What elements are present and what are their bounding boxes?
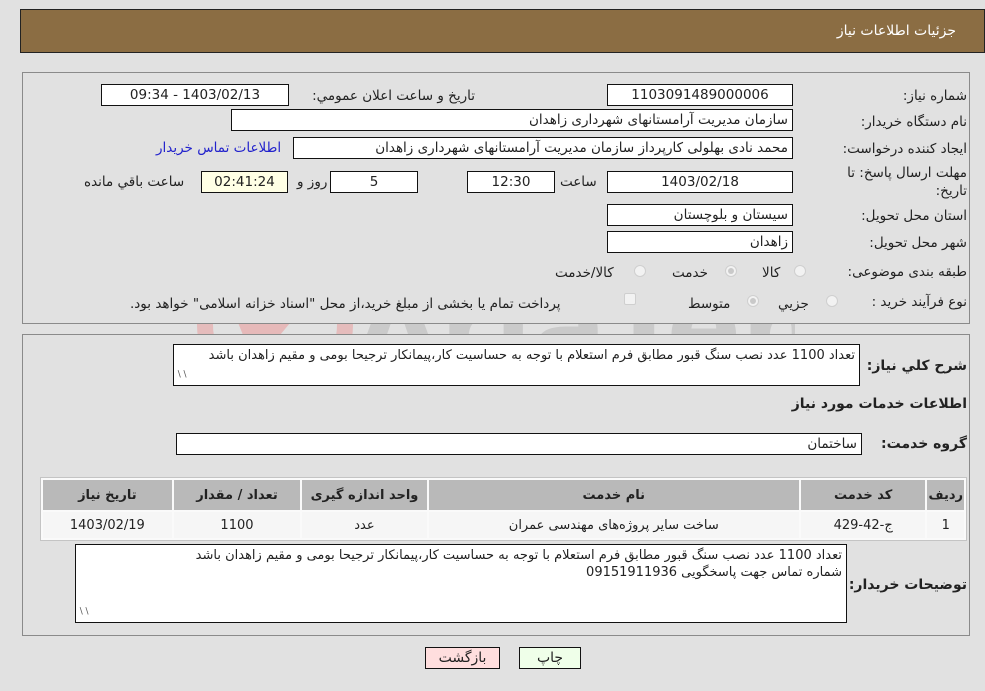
page-header: جزئیات اطلاعات نیاز	[20, 9, 985, 53]
creator-field: محمد نادی بهلولی کارپرداز سازمان مدیریت …	[293, 137, 793, 159]
buyer-org-label: نام دستگاه خریدار:	[860, 114, 967, 130]
purchase-type-radio-small[interactable]	[826, 295, 838, 307]
buyer-org-field: سازمان مدیریت آرامستانهای شهرداری زاهدان	[231, 109, 793, 131]
description-label: شرح كلي نياز:	[866, 358, 967, 374]
category-radio-goods-service[interactable]	[634, 265, 646, 277]
need-number-label: شماره نیاز:	[902, 88, 967, 104]
remaining-time-label: ساعت باقي مانده	[84, 174, 185, 190]
service-group-field: ساختمان	[176, 433, 862, 455]
province-field: سیستان و بلوچستان	[607, 204, 793, 226]
services-section-title: اطلاعات خدمات مورد نیاز	[791, 396, 967, 412]
purchase-type-option-small: جزيي	[778, 296, 809, 312]
days-remaining-field: 5	[330, 171, 418, 193]
cell-service-code: ج-42-429	[800, 512, 926, 538]
creator-label: ایجاد کننده درخواست:	[842, 141, 967, 157]
category-radio-goods[interactable]	[794, 265, 806, 277]
treasury-checkbox[interactable]	[624, 293, 636, 305]
announce-date-label: تاریخ و ساعت اعلان عمومي:	[312, 88, 475, 104]
buyer-notes-line2: شماره تماس جهت پاسخگویی 09151911936	[586, 565, 842, 580]
treasury-note: پرداخت تمام یا بخشی از مبلغ خرید،از محل …	[130, 296, 561, 312]
buyer-notes-textarea[interactable]: تعداد 1100 عدد نصب سنگ قبور مطابق فرم اس…	[75, 544, 847, 623]
col-service-name: نام خدمت	[428, 480, 799, 510]
resize-grip-icon[interactable]: ∖∖	[78, 604, 89, 621]
purchase-type-label: نوع فرآیند خرید :	[871, 294, 967, 310]
category-label: طبقه بندی موضوعی:	[847, 264, 967, 280]
deadline-label: مهلت ارسال پاسخ: تا	[847, 165, 967, 181]
back-button[interactable]: بازگشت	[425, 647, 500, 669]
buyer-contact-link[interactable]: اطلاعات تماس خریدار	[156, 140, 281, 156]
col-unit: واحد اندازه گیری	[302, 480, 427, 510]
city-field: زاهدان	[607, 231, 793, 253]
purchase-type-radio-medium[interactable]	[747, 295, 759, 307]
city-label: شهر محل تحویل:	[869, 235, 967, 251]
deadline-time-field: 12:30	[467, 171, 555, 193]
cell-need-date: 1403/02/19	[43, 512, 172, 538]
table-row: 1 ج-42-429 ساخت سایر پروژه‌های مهندسی عم…	[43, 512, 964, 538]
category-option-goods: کالا	[762, 265, 781, 281]
deadline-date-field: 1403/02/18	[607, 171, 793, 193]
description-text: تعداد 1100 عدد نصب سنگ قبور مطابق فرم اس…	[208, 348, 855, 363]
col-need-date: تاریخ نیاز	[43, 480, 172, 510]
cell-quantity: 1100	[173, 512, 301, 538]
deadline-time-label: ساعت	[560, 174, 597, 190]
services-table: ردیف کد خدمت نام خدمت واحد اندازه گیری ت…	[40, 477, 967, 541]
cell-unit: عدد	[302, 512, 427, 538]
announce-date-field: 1403/02/13 - 09:34	[101, 84, 289, 106]
cell-service-name: ساخت سایر پروژه‌های مهندسی عمران	[428, 512, 799, 538]
category-option-goods-service: کالا/خدمت	[555, 265, 614, 281]
days-label: روز و	[297, 174, 328, 190]
col-quantity: تعداد / مقدار	[173, 480, 301, 510]
category-option-service: خدمت	[672, 265, 708, 281]
need-number-field: 1103091489000006	[607, 84, 793, 106]
page-title: جزئیات اطلاعات نیاز	[836, 23, 956, 39]
resize-grip-icon[interactable]: ∖∖	[176, 367, 187, 384]
col-row-number: ردیف	[927, 480, 964, 510]
buyer-notes-label: توضیحات خریدار:	[848, 577, 967, 593]
service-group-label: گروه خدمت:	[881, 436, 967, 452]
cell-row-number: 1	[927, 512, 964, 538]
deadline-label-date: تاریخ:	[935, 183, 967, 199]
description-textarea[interactable]: تعداد 1100 عدد نصب سنگ قبور مطابق فرم اس…	[173, 344, 860, 386]
province-label: استان محل تحویل:	[861, 208, 967, 224]
print-button[interactable]: چاپ	[519, 647, 581, 669]
table-header-row: ردیف کد خدمت نام خدمت واحد اندازه گیری ت…	[43, 480, 964, 510]
buyer-notes-line1: تعداد 1100 عدد نصب سنگ قبور مطابق فرم اس…	[195, 548, 842, 563]
col-service-code: کد خدمت	[800, 480, 926, 510]
category-radio-service[interactable]	[725, 265, 737, 277]
purchase-type-option-medium: متوسط	[688, 296, 731, 312]
remaining-time-field: 02:41:24	[201, 171, 288, 193]
